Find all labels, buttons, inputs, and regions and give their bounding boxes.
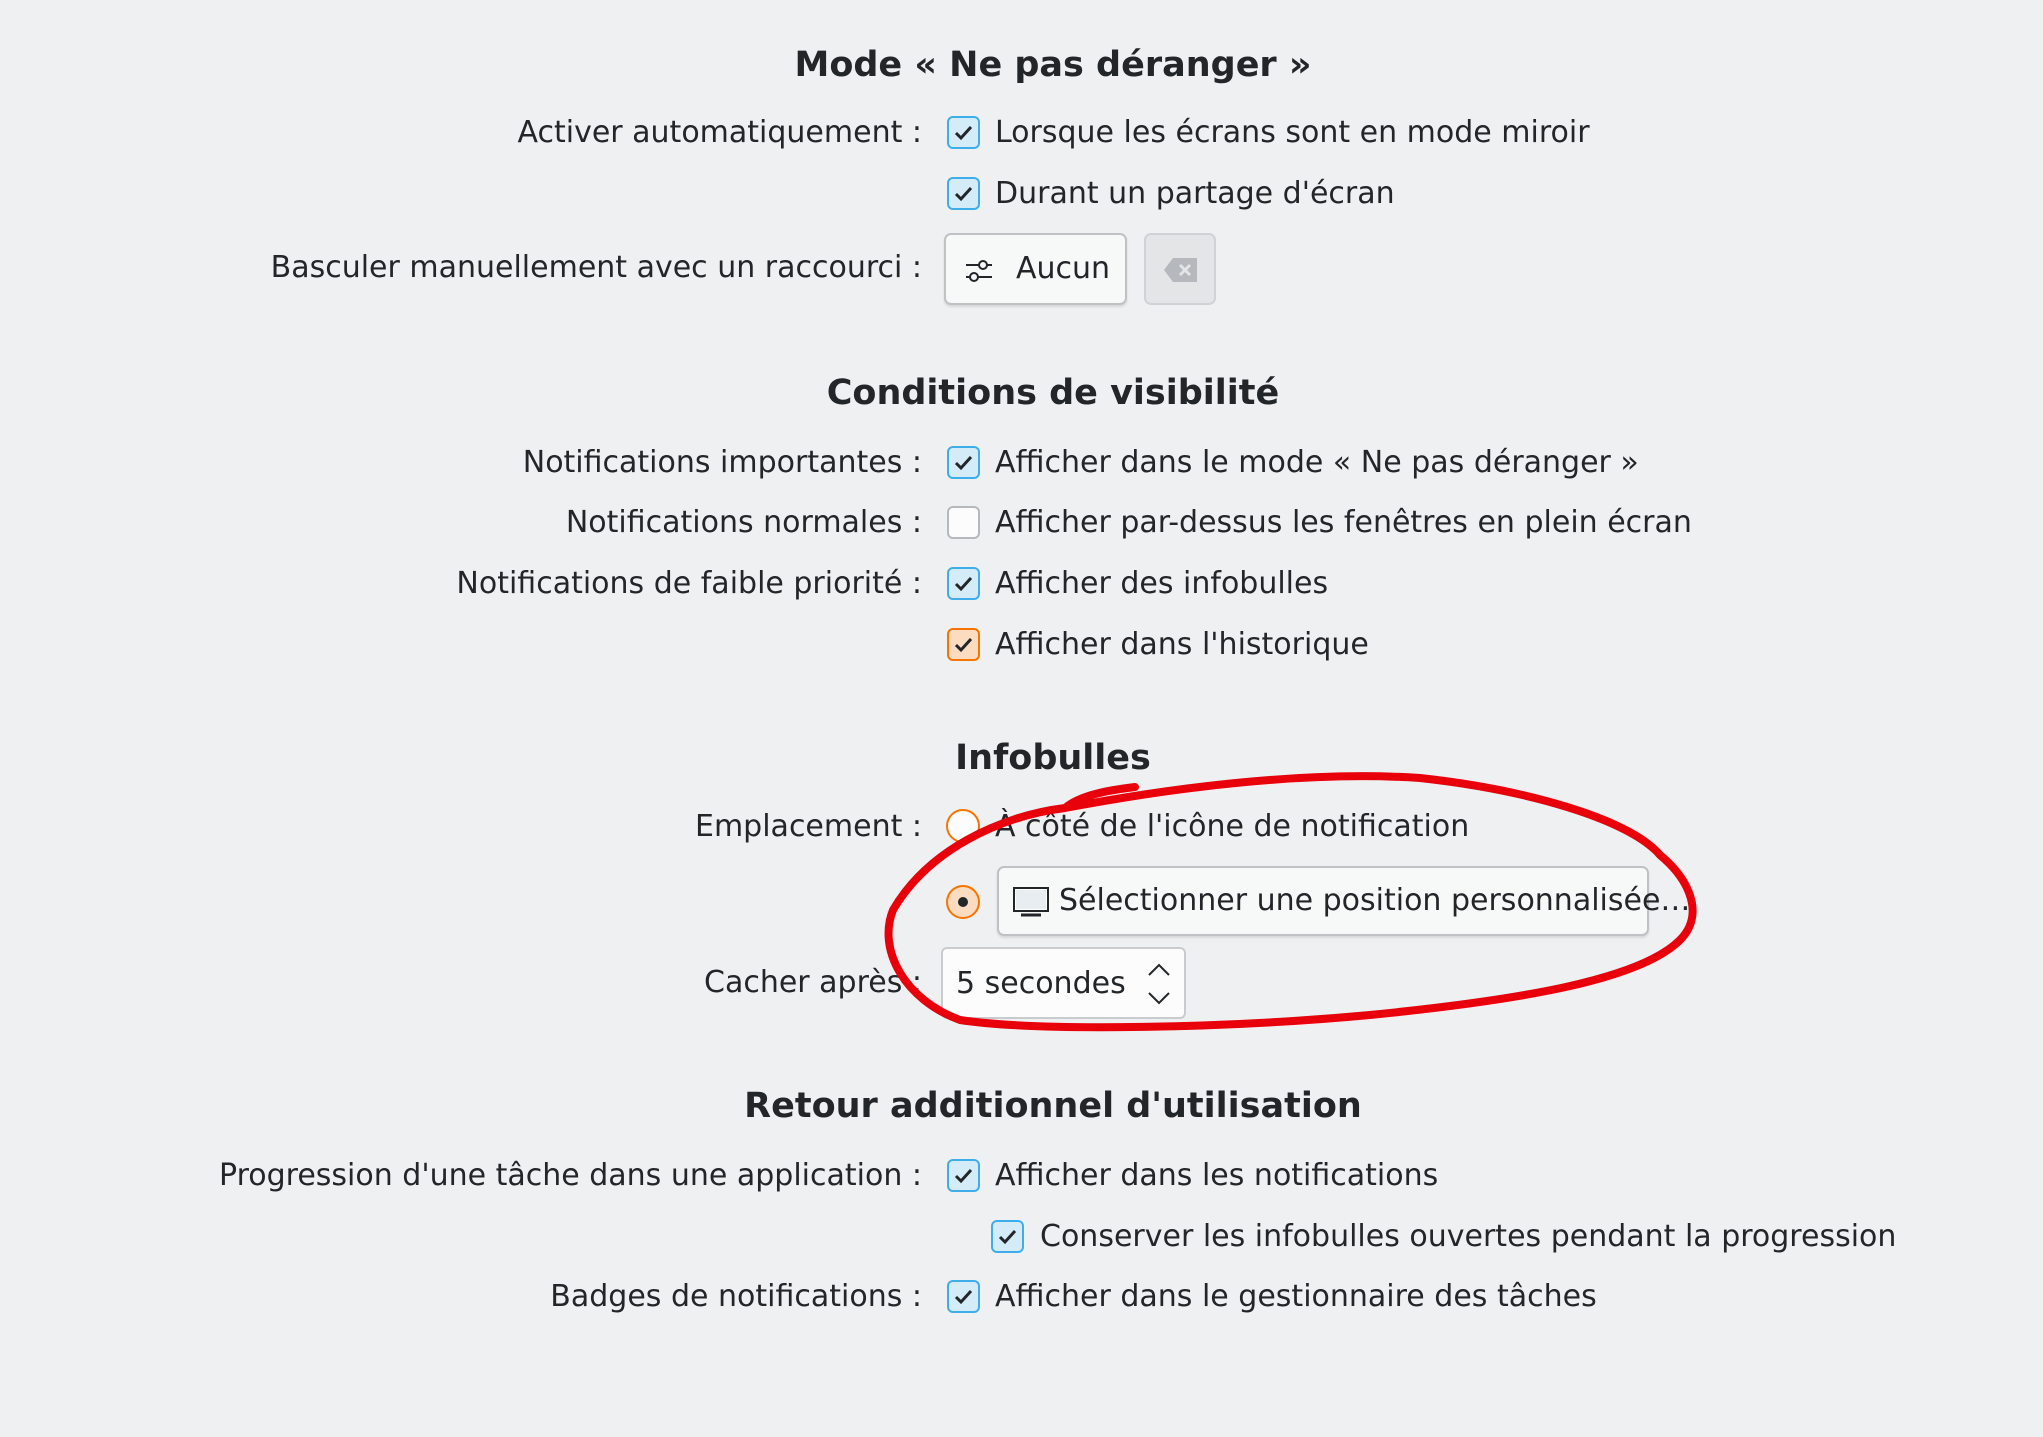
- popups-section-title: Infobulles: [955, 738, 1151, 778]
- monitor-icon: [1013, 887, 1049, 917]
- low-history-checkbox[interactable]: [947, 628, 980, 661]
- mirror-checkbox[interactable]: [947, 116, 980, 149]
- badges-label: Badges de notifications :: [550, 1279, 922, 1314]
- important-option-label[interactable]: Afficher dans le mode « Ne pas déranger …: [995, 443, 1639, 483]
- important-label: Notifications importantes :: [522, 445, 922, 480]
- important-checkbox[interactable]: [947, 446, 980, 479]
- check-icon: [954, 576, 973, 592]
- custom-position-button-label: Sélectionner une position personnalisée…: [1059, 883, 1691, 918]
- dnd-section-title: Mode « Ne pas déranger »: [794, 45, 1312, 85]
- progress-option-label[interactable]: Afficher dans les notifications: [995, 1156, 1438, 1196]
- badges-checkbox[interactable]: [947, 1280, 980, 1313]
- custom-position-button[interactable]: Sélectionner une position personnalisée…: [997, 866, 1690, 936]
- spin-arrows-icon[interactable]: [1146, 961, 1172, 1007]
- shortcut-button-label: Aucun: [1016, 251, 1111, 286]
- normal-option-label[interactable]: Afficher par-dessus les fenêtres en plei…: [995, 503, 1692, 543]
- check-icon: [954, 455, 973, 471]
- normal-checkbox[interactable]: [947, 506, 980, 539]
- keep-popups-option-label[interactable]: Conserver les infobulles ouvertes pendan…: [1040, 1217, 1896, 1257]
- keep-popups-checkbox[interactable]: [991, 1220, 1024, 1253]
- feedback-section-title: Retour additionnel d'utilisation: [744, 1086, 1362, 1126]
- progress-checkbox[interactable]: [947, 1159, 980, 1192]
- near-icon-option-label[interactable]: À côté de l'icône de notification: [995, 807, 1469, 847]
- location-label: Emplacement :: [695, 809, 922, 844]
- low-popups-option-label[interactable]: Afficher des infobulles: [995, 564, 1328, 604]
- backspace-icon: [1164, 258, 1197, 282]
- sliders-icon: [966, 260, 992, 282]
- normal-label: Notifications normales :: [565, 505, 922, 540]
- check-icon: [954, 1168, 973, 1184]
- visibility-section-title: Conditions de visibilité: [826, 373, 1280, 413]
- progress-label: Progression d'une tâche dans une applica…: [219, 1158, 922, 1193]
- clear-shortcut-button[interactable]: [1144, 233, 1216, 305]
- hide-after-label: Cacher après :: [704, 965, 922, 1000]
- low-history-option-label[interactable]: Afficher dans l'historique: [995, 625, 1369, 665]
- hide-after-spinbox[interactable]: 5 secondes: [941, 947, 1186, 1019]
- shortcut-label: Basculer manuellement avec un raccourci …: [270, 250, 922, 285]
- custom-position-radio[interactable]: [946, 885, 980, 919]
- low-popups-checkbox[interactable]: [947, 567, 980, 600]
- shortcut-button[interactable]: Aucun: [944, 233, 1127, 305]
- check-icon: [954, 186, 973, 202]
- check-icon: [954, 637, 973, 653]
- check-icon: [954, 1289, 973, 1305]
- screenshare-checkbox[interactable]: [947, 177, 980, 210]
- mirror-option-label[interactable]: Lorsque les écrans sont en mode miroir: [995, 113, 1590, 153]
- badges-option-label[interactable]: Afficher dans le gestionnaire des tâches: [995, 1277, 1597, 1317]
- low-priority-label: Notifications de faible priorité :: [456, 566, 922, 601]
- near-icon-radio[interactable]: [946, 809, 980, 843]
- check-icon: [954, 125, 973, 141]
- screenshare-option-label[interactable]: Durant un partage d'écran: [995, 174, 1395, 214]
- auto-enable-label: Activer automatiquement :: [517, 115, 922, 150]
- check-icon: [998, 1229, 1017, 1245]
- hide-after-value: 5 secondes: [956, 966, 1126, 1001]
